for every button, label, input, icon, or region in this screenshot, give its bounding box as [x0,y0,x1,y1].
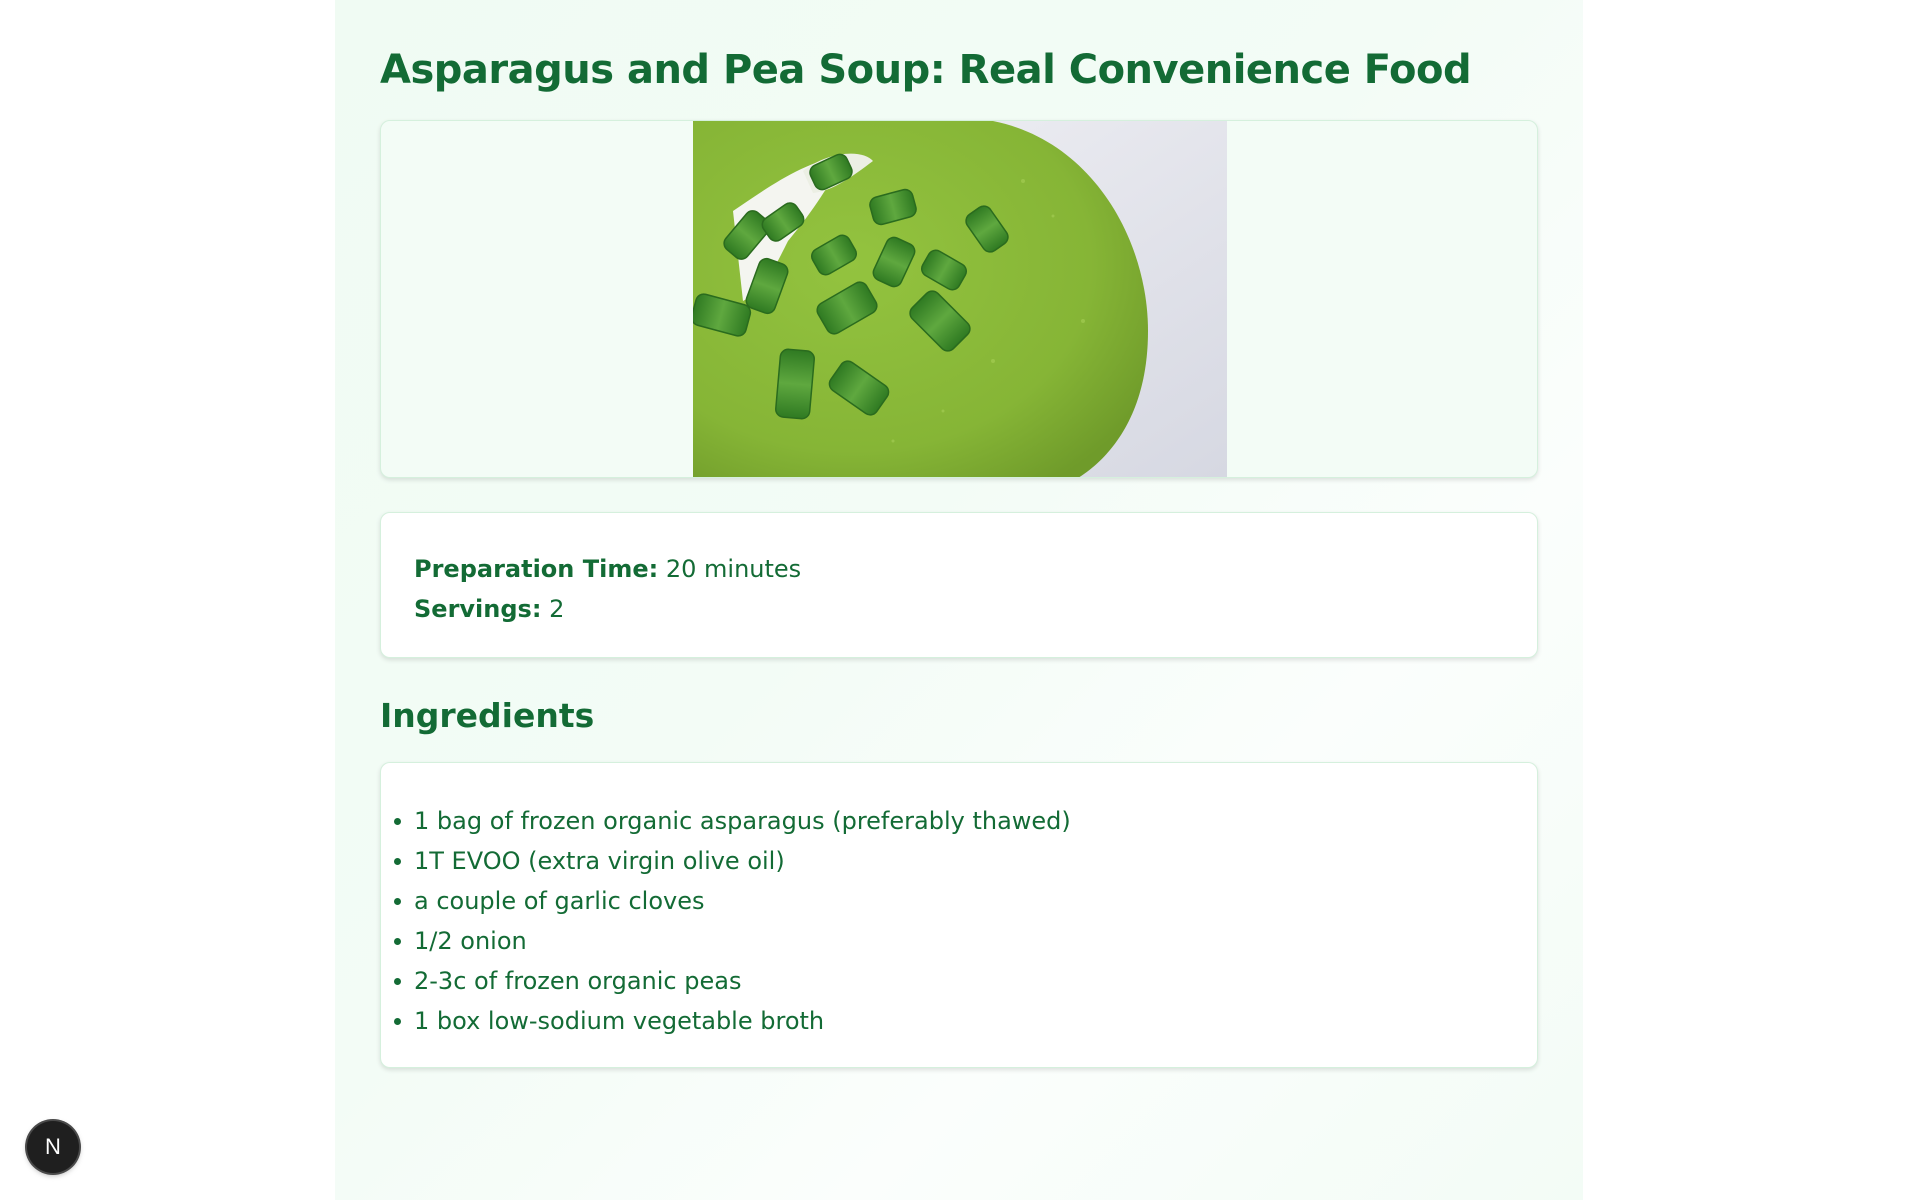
prep-time-label: Preparation Time: [414,555,659,583]
ingredients-heading: Ingredients [380,696,595,735]
ingredient-item: 1 box low-sodium vegetable broth [394,1001,1504,1041]
page-title: Asparagus and Pea Soup: Real Convenience… [380,47,1472,93]
nextjs-logo-icon: N [45,1134,61,1159]
prep-time-value: 20 minutes [665,555,802,583]
servings-row: Servings: 2 [414,589,1504,629]
servings-value: 2 [549,595,565,623]
nextjs-dev-badge[interactable]: N [27,1121,79,1173]
ingredient-item: 1 bag of frozen organic asparagus (prefe… [394,801,1504,841]
image-card [380,120,1538,478]
soup-image [693,121,1227,477]
recipe-meta-card: Preparation Time: 20 minutes Servings: 2 [380,512,1538,658]
ingredients-list: 1 bag of frozen organic asparagus (prefe… [394,801,1504,1041]
ingredient-item: 1/2 onion [394,921,1504,961]
prep-time-row: Preparation Time: 20 minutes [414,549,1504,589]
ingredients-card: 1 bag of frozen organic asparagus (prefe… [380,762,1538,1068]
servings-label: Servings: [414,595,542,623]
recipe-page: Asparagus and Pea Soup: Real Convenience… [335,0,1583,1200]
ingredient-item: 2-3c of frozen organic peas [394,961,1504,1001]
ingredient-item: a couple of garlic cloves [394,881,1504,921]
ingredient-item: 1T EVOO (extra virgin olive oil) [394,841,1504,881]
